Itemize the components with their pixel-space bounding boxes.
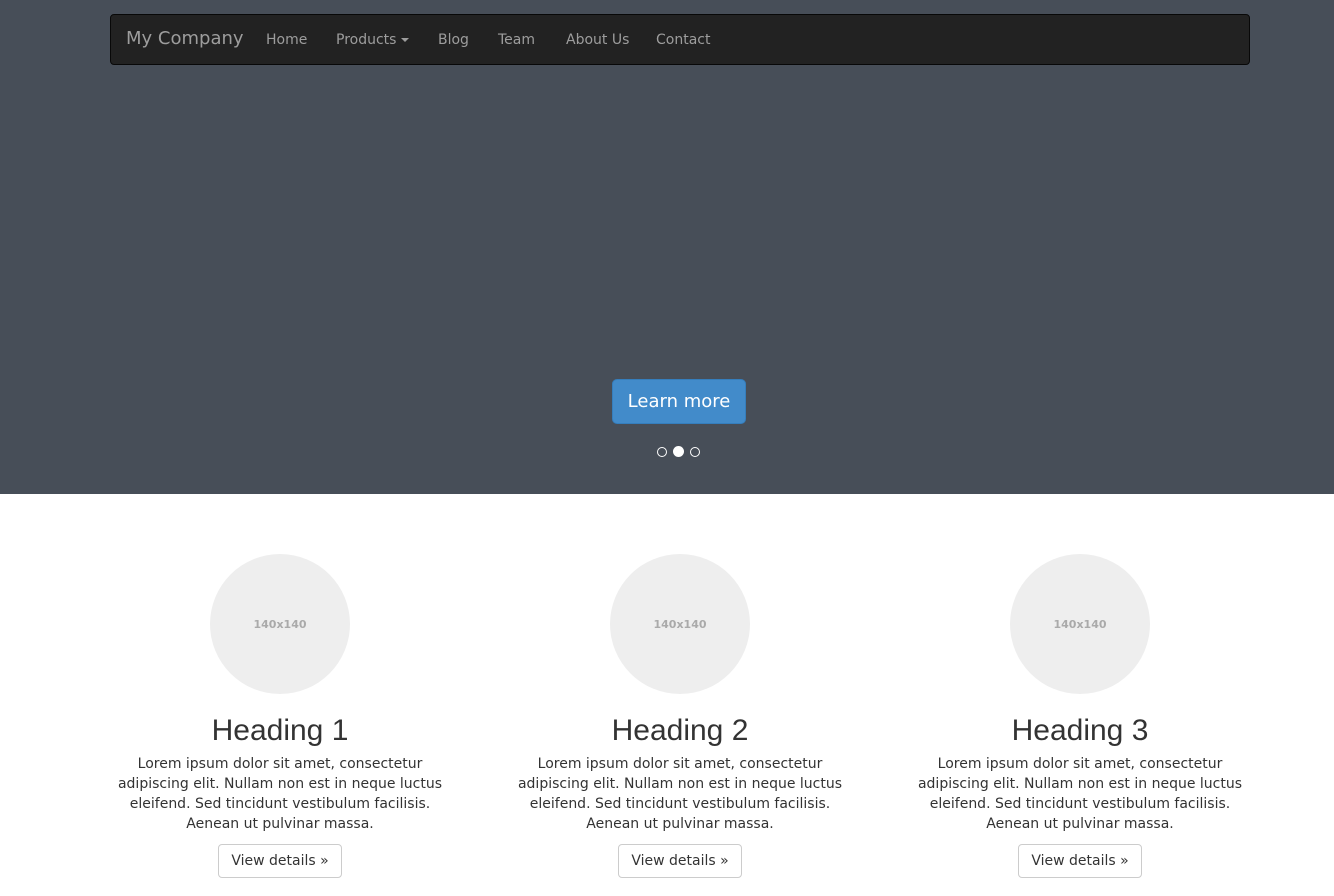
learn-more-button[interactable]: Learn more <box>612 379 746 424</box>
image-size-label: 140x140 <box>1053 617 1107 631</box>
caret-down-icon <box>401 38 410 42</box>
nav-team[interactable]: Team <box>498 31 535 49</box>
hero-carousel: My Company Home Products Blog Team About… <box>0 0 1334 494</box>
image-size-label: 140x140 <box>653 617 707 631</box>
feature-text: Lorem ipsum dolor sit amet, consectetur … <box>117 756 443 832</box>
navbar: My Company Home Products Blog Team About… <box>110 14 1250 65</box>
nav-about-us[interactable]: About Us <box>566 31 629 49</box>
carousel-indicator-3[interactable] <box>690 447 700 457</box>
image-size-label: 140x140 <box>253 617 307 631</box>
feature-text: Lorem ipsum dolor sit amet, consectetur … <box>517 756 843 832</box>
nav-products-label: Products <box>336 32 397 48</box>
brand-link[interactable]: My Company <box>126 29 244 49</box>
placeholder-image: 140x140 <box>610 554 750 694</box>
feature-text: Lorem ipsum dolor sit amet, consectetur … <box>917 756 1243 832</box>
carousel-indicator-1[interactable] <box>657 447 667 457</box>
feature-column-3: 140x140 Heading 3 Lorem ipsum dolor sit … <box>910 554 1250 878</box>
nav-contact[interactable]: Contact <box>656 31 710 49</box>
feature-heading: Heading 1 <box>211 714 349 747</box>
view-details-button[interactable]: View details » <box>218 844 342 878</box>
feature-heading: Heading 2 <box>611 714 749 747</box>
carousel-indicator-2[interactable] <box>673 446 684 457</box>
feature-column-1: 140x140 Heading 1 Lorem ipsum dolor sit … <box>110 554 450 878</box>
nav-products[interactable]: Products <box>336 31 410 49</box>
feature-heading: Heading 3 <box>1011 714 1149 747</box>
view-details-button[interactable]: View details » <box>1018 844 1142 878</box>
placeholder-image: 140x140 <box>1010 554 1150 694</box>
nav-home[interactable]: Home <box>266 31 307 49</box>
feature-column-2: 140x140 Heading 2 Lorem ipsum dolor sit … <box>510 554 850 878</box>
view-details-button[interactable]: View details » <box>618 844 742 878</box>
nav-blog[interactable]: Blog <box>438 31 469 49</box>
placeholder-image: 140x140 <box>210 554 350 694</box>
